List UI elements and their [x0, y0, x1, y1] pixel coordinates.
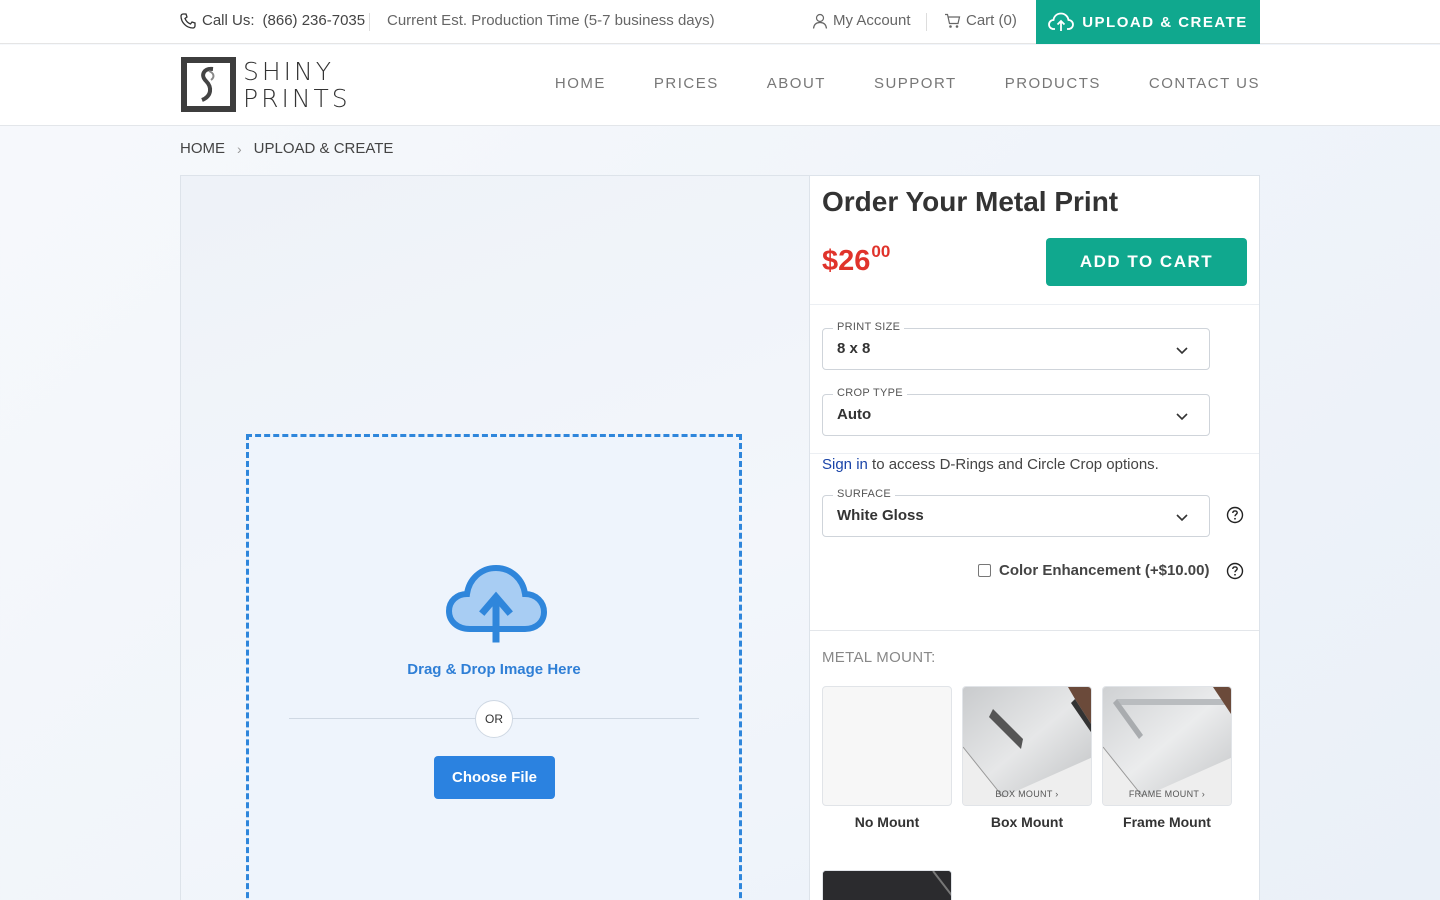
call-us[interactable]: Call Us: (866) 236-7035 — [180, 12, 365, 29]
signin-link[interactable]: Sign in — [822, 456, 868, 473]
call-label: Call Us: — [202, 12, 255, 29]
chevron-down-icon — [1176, 413, 1188, 421]
divider — [369, 13, 370, 31]
chevron-down-icon — [1176, 347, 1188, 355]
my-account-label: My Account — [833, 12, 911, 29]
nav-home[interactable]: HOME — [555, 75, 606, 92]
phone-number[interactable]: (866) 236-7035 — [263, 12, 366, 29]
mount-name-box: Box Mount — [990, 814, 1064, 830]
divider — [926, 13, 927, 31]
choose-file-button[interactable]: Choose File — [434, 756, 555, 799]
mount-option-none[interactable] — [822, 686, 952, 806]
crop-type-value: Auto — [837, 406, 872, 423]
divider — [810, 304, 1259, 305]
logo-mark-icon — [181, 57, 236, 112]
mount-option-image — [823, 871, 951, 900]
surface-label: SURFACE — [833, 488, 896, 500]
my-account-link[interactable]: My Account — [812, 12, 911, 29]
crop-type-label: CROP TYPE — [833, 387, 907, 399]
cloud-upload-icon — [445, 564, 547, 643]
nav-about[interactable]: ABOUT — [767, 75, 826, 92]
surface-select[interactable]: SURFACE White Gloss — [822, 488, 1210, 537]
mount-option-box[interactable]: BOX MOUNT › — [962, 686, 1092, 806]
cart-icon — [945, 13, 961, 28]
mount-name-frame: Frame Mount — [1123, 814, 1211, 830]
crop-type-select[interactable]: CROP TYPE Auto — [822, 387, 1210, 436]
logo[interactable]: SHINY PRINTS — [180, 56, 351, 113]
price-cents: 00 — [871, 242, 891, 261]
print-size-label: PRINT SIZE — [833, 321, 905, 333]
signin-notice: Sign in to access D-Rings and Circle Cro… — [822, 456, 1159, 473]
phone-icon — [180, 12, 196, 29]
chevron-right-icon: › — [237, 140, 242, 157]
color-enhancement-option[interactable]: Color Enhancement (+$10.00) — [978, 562, 1209, 579]
order-title: Order Your Metal Print — [822, 186, 1119, 217]
mount-name-none: No Mount — [854, 814, 920, 830]
price: $2600 — [822, 242, 890, 278]
help-icon[interactable] — [1226, 562, 1244, 580]
drag-drop-text: Drag & Drop Image Here — [407, 661, 581, 678]
frame-mount-tag: FRAME MOUNT › — [1128, 789, 1206, 799]
price-dollars: $26 — [822, 245, 871, 277]
cart-label: Cart (0) — [966, 12, 1017, 29]
nav-support[interactable]: SUPPORT — [874, 75, 957, 92]
image-workspace: Drag & Drop Image Here OR Choose File — [180, 175, 810, 900]
nav-products[interactable]: PRODUCTS — [1005, 75, 1101, 92]
nav-prices[interactable]: PRICES — [654, 75, 719, 92]
breadcrumb-current: UPLOAD & CREATE — [253, 140, 394, 157]
logo-text: SHINY PRINTS — [243, 58, 351, 112]
help-icon[interactable] — [1226, 506, 1244, 524]
add-to-cart-button[interactable]: ADD TO CART — [1046, 238, 1247, 286]
upload-create-label: UPLOAD & CREATE — [1082, 13, 1248, 31]
surface-value: White Gloss — [837, 507, 924, 524]
or-badge: OR — [475, 700, 513, 738]
box-mount-tag: BOX MOUNT › — [995, 789, 1059, 799]
order-panel: Order Your Metal Print $2600 ADD TO CART… — [809, 175, 1260, 900]
chevron-down-icon — [1176, 514, 1188, 522]
breadcrumb-home[interactable]: HOME — [180, 140, 225, 157]
mount-option-frame[interactable]: FRAME MOUNT › — [1102, 686, 1232, 806]
cart-link[interactable]: Cart (0) — [944, 12, 1017, 29]
breadcrumb: HOME › UPLOAD & CREATE — [180, 140, 393, 157]
main-header: SHINY PRINTS HOME PRICES ABOUT SUPPORT P… — [0, 45, 1440, 126]
signin-rest-text: to access D-Rings and Circle Crop option… — [867, 456, 1159, 473]
logo-line-2: PRINTS — [243, 83, 351, 113]
top-utility-bar: Call Us: (866) 236-7035 Current Est. Pro… — [0, 0, 1440, 44]
user-icon — [812, 13, 828, 29]
mount-option-additional[interactable] — [822, 870, 952, 900]
print-size-select[interactable]: PRINT SIZE 8 x 8 — [822, 321, 1210, 370]
metal-mount-label: METAL MOUNT: — [822, 649, 936, 666]
nav-contact-us[interactable]: CONTACT US — [1149, 75, 1260, 92]
print-size-value: 8 x 8 — [837, 340, 871, 357]
color-enhancement-label: Color Enhancement (+$10.00) — [999, 562, 1210, 579]
main-nav: HOME PRICES ABOUT SUPPORT PRODUCTS CONTA… — [555, 75, 1260, 92]
color-enhancement-checkbox[interactable] — [978, 564, 991, 577]
production-time: Current Est. Production Time (5-7 busine… — [387, 12, 715, 29]
image-dropzone[interactable]: Drag & Drop Image Here OR Choose File — [246, 434, 742, 900]
cloud-upload-icon — [1048, 12, 1075, 31]
divider — [810, 630, 1259, 631]
divider — [810, 453, 1259, 454]
upload-create-button[interactable]: UPLOAD & CREATE — [1036, 0, 1260, 44]
logo-line-1: SHINY — [243, 56, 335, 86]
